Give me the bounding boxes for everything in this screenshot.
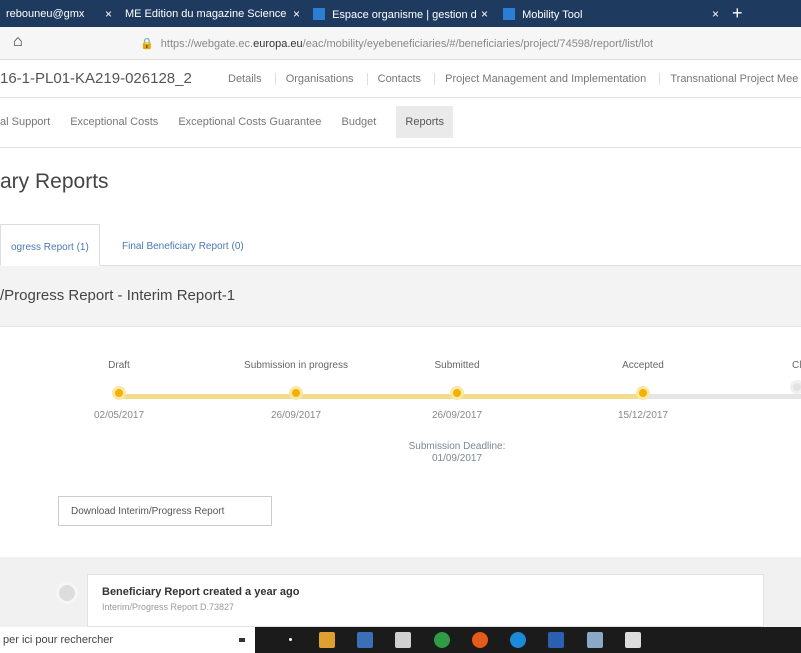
timeline-step-submission: Submission in progress 26/09/2017: [226, 327, 366, 421]
edge-icon[interactable]: [510, 632, 526, 648]
step-label: Submission in progress: [244, 360, 348, 371]
submission-deadline: Submission Deadline: 01/09/2017: [387, 441, 527, 465]
address-bar: ⌂ 🔒 https://webgate.ec.europa.eu/eac/mob…: [0, 27, 801, 60]
file-explorer-icon[interactable]: [357, 632, 373, 648]
project-code: 16-1-PL01-KA219-026128_2: [0, 70, 192, 87]
status-timeline: Draft 02/05/2017 Submission in progress …: [0, 327, 801, 477]
tab-label: rebouneu@gmx: [6, 8, 85, 20]
tab-label: Espace organisme | gestion d: [332, 9, 477, 21]
activity-title: Beneficiary Report created a year ago: [102, 586, 300, 598]
timeline-step-draft: Draft 02/05/2017: [49, 327, 189, 421]
nav-organisations[interactable]: Organisations: [274, 73, 354, 85]
url-domain: europa.eu: [253, 38, 303, 50]
activity-feed: Beneficiary Report created a year ago In…: [0, 557, 801, 627]
nav-transnational-meetings[interactable]: Transnational Project Mee: [659, 73, 799, 85]
step-date: 26/09/2017: [270, 410, 322, 421]
nav-details[interactable]: Details: [228, 73, 262, 85]
nav-contacts[interactable]: Contacts: [366, 73, 422, 85]
browser-tab[interactable]: ME Edition du magazine Science ×: [119, 2, 305, 27]
deadline-date: 01/09/2017: [431, 453, 483, 464]
url-rest: /eac/mobility/eyebeneficiaries/#/benefic…: [302, 38, 654, 50]
lock-icon: 🔒: [140, 38, 154, 50]
activity-card: Beneficiary Report created a year ago In…: [87, 574, 764, 627]
page-title: ary Reports: [0, 170, 109, 193]
step-date: 02/05/2017: [93, 410, 145, 421]
report-tabs: ogress Report (1) Final Beneficiary Repo…: [0, 224, 801, 266]
windows-taskbar: per ici pour rechercher: [0, 627, 801, 653]
tab-label: ME Edition du magazine Science: [125, 8, 287, 20]
url-prefix: https://webgate.ec.: [160, 38, 254, 50]
tab-label: Mobility Tool: [522, 9, 583, 21]
subnav-exceptional-costs-guarantee[interactable]: Exceptional Costs Guarantee: [178, 116, 321, 128]
favicon-icon: [313, 8, 325, 20]
step-dot-icon: [450, 386, 464, 400]
browser-tab-active[interactable]: Mobility Tool ×: [497, 2, 724, 27]
favicon-icon: [503, 8, 515, 20]
step-date: 26/09/2017: [431, 410, 483, 421]
task-view-icon[interactable]: [289, 638, 292, 641]
nav-project-management[interactable]: Project Management and Implementation: [434, 73, 647, 85]
project-nav: 16-1-PL01-KA219-026128_2 Details Organis…: [0, 60, 801, 98]
step-label: Submitted: [434, 360, 480, 371]
image-viewer-icon[interactable]: [625, 632, 641, 648]
tab-final-report[interactable]: Final Beneficiary Report (0): [112, 224, 254, 266]
project-nav-links: Details Organisations Contacts Project M…: [228, 73, 801, 85]
step-label: Accepted: [622, 360, 664, 371]
step-label: Cl: [792, 360, 801, 371]
browser-tab[interactable]: rebouneu@gmx ×: [0, 2, 117, 27]
subnav-exceptional-costs[interactable]: Exceptional Costs: [70, 116, 158, 128]
step-date: 15/12/2017: [617, 410, 669, 421]
browser-tab-strip: rebouneu@gmx × ME Edition du magazine Sc…: [0, 0, 801, 27]
timeline-progress-line: [119, 394, 643, 399]
chevron-down-icon[interactable]: [239, 638, 245, 642]
chrome-icon[interactable]: [434, 632, 450, 648]
browser-tab[interactable]: Espace organisme | gestion d ×: [307, 2, 493, 27]
subnav-reports[interactable]: Reports: [396, 106, 453, 138]
timeline-step-closed: Cl: [790, 327, 801, 380]
subnav-budget[interactable]: Budget: [341, 116, 376, 128]
activity-subtitle: Interim/Progress Report D.73827: [102, 602, 235, 612]
taskbar-search-input[interactable]: per ici pour rechercher: [0, 627, 255, 653]
step-dot-icon: [289, 386, 303, 400]
timeline-step-accepted: Accepted 15/12/2017: [573, 327, 713, 421]
close-icon[interactable]: ×: [712, 7, 719, 21]
home-icon[interactable]: ⌂: [13, 33, 23, 51]
photos-app-icon[interactable]: [319, 632, 335, 648]
close-icon[interactable]: ×: [481, 7, 488, 21]
subnav-support[interactable]: al Support: [0, 116, 50, 128]
download-report-button[interactable]: Download Interim/Progress Report: [58, 496, 272, 526]
url-field[interactable]: 🔒 https://webgate.ec.europa.eu/eac/mobil…: [140, 37, 653, 50]
close-icon[interactable]: ×: [293, 7, 300, 21]
store-icon[interactable]: [395, 632, 411, 648]
step-dot-icon: [790, 380, 801, 394]
deadline-label: Submission Deadline:: [408, 441, 506, 452]
paint-icon[interactable]: [587, 632, 603, 648]
project-subnav: al Support Exceptional Costs Exceptional…: [0, 98, 801, 148]
word-icon[interactable]: [548, 632, 564, 648]
report-section-header: /Progress Report - Interim Report-1: [0, 266, 801, 327]
step-dot-icon: [636, 386, 650, 400]
report-title: /Progress Report - Interim Report-1: [0, 287, 236, 304]
step-label: Draft: [108, 360, 130, 371]
close-icon[interactable]: ×: [105, 7, 112, 21]
firefox-icon[interactable]: [472, 632, 488, 648]
tab-interim-report[interactable]: ogress Report (1): [0, 224, 100, 266]
step-dot-icon: [112, 386, 126, 400]
timeline-step-submitted: Submitted 26/09/2017: [387, 327, 527, 421]
new-tab-button[interactable]: +: [732, 3, 743, 24]
activity-marker-icon: [56, 582, 78, 604]
